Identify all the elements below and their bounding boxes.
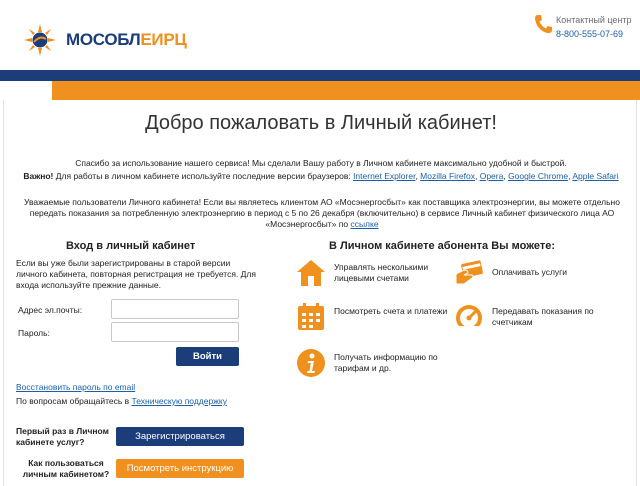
feature-bills-text: Посмотреть счета и платежи (334, 306, 448, 316)
browser-link-ie[interactable]: Internet Explorer (353, 171, 415, 181)
browsers-label: Важно! (23, 171, 54, 181)
calendar-icon (298, 303, 324, 330)
password-field[interactable] (111, 322, 239, 342)
phone-icon (535, 15, 552, 34)
feature-accounts-text: Управлять несколькими лицевыми счетами (334, 262, 429, 283)
feature-payment-text: Оплачивать услуги (492, 267, 567, 277)
password-label: Пароль: (18, 328, 50, 338)
login-heading: Вход в личный кабинет (66, 240, 196, 252)
page-title: Добро пожаловать в Личный кабинет! (145, 112, 497, 134)
how-to-label: Как пользоваться личным кабинетом? (22, 458, 110, 479)
sun-logo-icon (24, 24, 56, 56)
notice-text: Уважаемые пользователи Личного кабинета!… (24, 197, 620, 229)
band-blue-stripe (0, 70, 640, 81)
logo[interactable]: МОСОБЛЕИРЦ (22, 22, 187, 58)
contact-label: Контактный центр (556, 15, 632, 25)
email-field[interactable] (111, 299, 239, 319)
restore-password-link[interactable]: Восстановить пароль по email (16, 382, 135, 392)
support-text: По вопросам обращайтесь в Техническую по… (16, 396, 227, 406)
register-button[interactable]: Зарегистрироваться (116, 427, 244, 446)
browser-link-opera[interactable]: Opera (480, 171, 504, 181)
browsers-notice: Важно! Для работы в личном кабинете испо… (23, 171, 619, 181)
view-guide-button[interactable]: Посмотреть инструкцию (116, 459, 244, 478)
browser-link-chrome[interactable]: Google Chrome (508, 171, 568, 181)
support-link[interactable]: Техническую поддержку (132, 396, 227, 406)
gauge-icon (456, 305, 482, 332)
header-band (0, 70, 640, 100)
notice-link[interactable]: ссылке (350, 219, 378, 229)
house-icon (297, 260, 325, 286)
main-content: Добро пожаловать в Личный кабинет! Спаси… (3, 100, 637, 486)
feature-readings-text: Передавать показания по счетчикам (492, 306, 594, 327)
contact-phone[interactable]: 8-800-555-07-69 (556, 29, 623, 39)
thanks-text: Спасибо за использование нашего сервиса!… (75, 158, 567, 168)
browser-link-firefox[interactable]: Mozilla Firefox (420, 171, 475, 181)
login-button[interactable]: Войти (176, 347, 239, 366)
feature-info-text: Получать информацию по тарифам и др. (334, 352, 438, 373)
card-payment-icon (455, 260, 483, 285)
info-icon (297, 349, 325, 377)
logo-text: МОСОБЛЕИРЦ (66, 30, 187, 49)
first-time-label: Первый раз в Личном кабинете услуг? (16, 426, 109, 447)
site-header: МОСОБЛЕИРЦ Контактный центр 8-800-555-07… (0, 0, 640, 70)
login-note: Если вы уже были зарегистрированы в стар… (16, 258, 256, 290)
band-orange-stripe (52, 81, 640, 100)
browsers-text: Для работы в личном кабинете используйте… (53, 171, 354, 181)
band-notch (0, 81, 52, 100)
features-heading: В Личном кабинете абонента Вы можете: (329, 240, 555, 252)
email-label: Адрес эл.почты: (18, 305, 83, 315)
browser-link-safari[interactable]: Apple Safari (572, 171, 618, 181)
